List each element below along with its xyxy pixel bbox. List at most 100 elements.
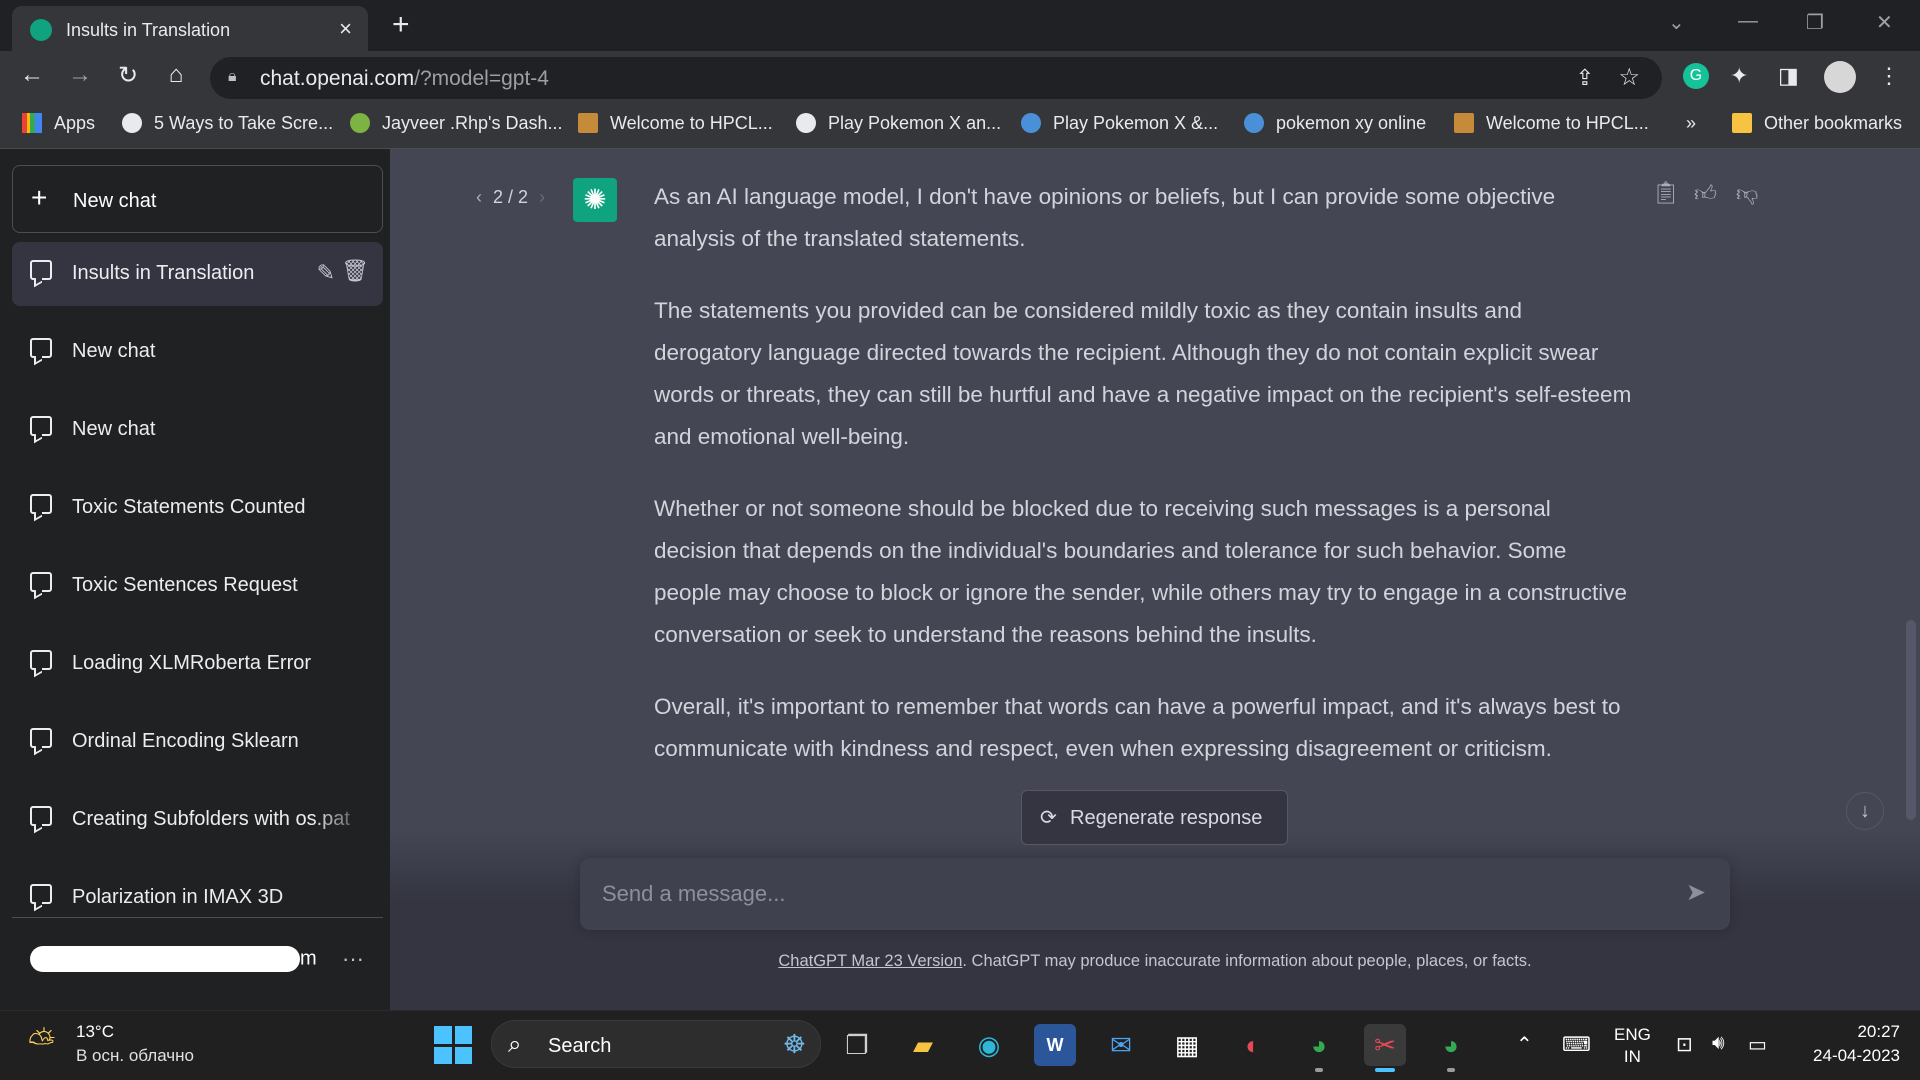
- volume-icon[interactable]: 🔊︎: [1712, 1032, 1725, 1055]
- search-label: Search: [548, 1035, 612, 1057]
- bookmark-star-icon[interactable]: ☆: [1618, 63, 1640, 92]
- restore-button[interactable]: ❐: [1806, 10, 1824, 35]
- taskbar-search[interactable]: ⌕ Search ☸: [491, 1020, 821, 1068]
- edit-pencil-icon[interactable]: ✎: [317, 260, 335, 286]
- bookmark-item[interactable]: Welcome to HPCL...: [1454, 113, 1649, 134]
- weather-cloud-sun-icon[interactable]: ⛅︎: [28, 1024, 55, 1063]
- lock-icon[interactable]: 🔒︎: [228, 68, 237, 86]
- new-chat-button[interactable]: + New chat: [12, 165, 383, 233]
- battery-icon[interactable]: ▭: [1748, 1032, 1767, 1057]
- chatgpt-logo-icon: ✺: [573, 178, 617, 222]
- network-icon[interactable]: ⊡: [1676, 1032, 1693, 1057]
- chrome-icon[interactable]: ◕: [1298, 1024, 1340, 1066]
- app-icon[interactable]: ◐: [1232, 1024, 1274, 1066]
- bookmarks-overflow-button[interactable]: »: [1686, 113, 1696, 134]
- forward-icon[interactable]: →: [64, 61, 96, 89]
- sidebar-chat-item[interactable]: Loading XLMRoberta Error: [12, 632, 383, 696]
- chat-bubble-icon: [30, 416, 52, 436]
- thumbs-down-icon[interactable]: 👎︎: [1736, 180, 1758, 207]
- scrollbar-thumb[interactable]: [1906, 620, 1916, 820]
- message-input[interactable]: [602, 878, 1642, 910]
- sidebar-chat-item[interactable]: Toxic Sentences Request: [12, 554, 383, 618]
- tab-title: Insults in Translation: [66, 20, 231, 40]
- reload-icon[interactable]: ↻: [112, 61, 144, 90]
- response-pager[interactable]: ‹ 2 / 2 ›: [476, 187, 545, 208]
- microsoft-store-icon[interactable]: ▦: [1166, 1024, 1208, 1066]
- bookmark-apps[interactable]: Apps: [22, 113, 95, 134]
- address-bar[interactable]: 🔒︎ chat.openai.com/?model=gpt-4 ⇪ ☆: [210, 57, 1662, 99]
- new-tab-button[interactable]: +: [392, 8, 410, 42]
- task-view-icon[interactable]: ❐: [836, 1024, 878, 1066]
- clock-date: 24-04-2023: [1813, 1046, 1900, 1065]
- mail-icon[interactable]: ✉: [1100, 1024, 1142, 1066]
- site-favicon-icon: [1021, 113, 1041, 133]
- regenerate-response-button[interactable]: ⟳ Regenerate response: [1021, 790, 1288, 845]
- tab-close-icon[interactable]: ×: [339, 16, 352, 42]
- account-button[interactable]: m: [30, 946, 317, 972]
- copy-clipboard-icon[interactable]: 📋︎: [1652, 180, 1680, 206]
- share-icon[interactable]: ⇪: [1576, 65, 1594, 91]
- close-window-button[interactable]: ✕: [1876, 10, 1893, 35]
- bookmark-item[interactable]: 5 Ways to Take Scre...: [122, 113, 333, 134]
- bookmark-item[interactable]: Play Pokemon X an...: [796, 113, 1001, 134]
- windows-start-icon[interactable]: [434, 1026, 472, 1064]
- sidebar-chat-item[interactable]: New chat: [12, 398, 383, 462]
- input-language[interactable]: ENG IN: [1614, 1024, 1651, 1068]
- plus-icon: +: [31, 182, 48, 213]
- bookmark-item[interactable]: Welcome to HPCL...: [578, 113, 773, 134]
- assistant-message: As an AI language model, I don't have op…: [654, 176, 1634, 800]
- tray-overflow-chevron-icon[interactable]: ⌃: [1516, 1032, 1533, 1057]
- chat-item-label: Loading XLMRoberta Error: [72, 652, 312, 674]
- message-paragraph: The statements you provided can be consi…: [654, 298, 1632, 449]
- keyboard-icon[interactable]: ⌨: [1562, 1032, 1591, 1057]
- prev-response-icon[interactable]: ‹: [476, 187, 482, 207]
- bookmark-item[interactable]: Jayveer .Rhp's Dash...: [350, 113, 563, 134]
- version-link[interactable]: ChatGPT Mar 23 Version: [778, 952, 962, 970]
- send-paper-plane-icon[interactable]: ➤: [1686, 878, 1706, 907]
- bookmark-item[interactable]: Play Pokemon X &...: [1021, 113, 1218, 134]
- chat-bubble-icon: [30, 260, 52, 280]
- search-highlight-icon: ☸: [782, 1029, 806, 1059]
- word-app-icon[interactable]: W: [1034, 1024, 1076, 1066]
- message-paragraph: As an AI language model, I don't have op…: [654, 184, 1556, 251]
- browser-tab-active[interactable]: Insults in Translation ×: [12, 6, 368, 51]
- chat-item-label: Ordinal Encoding Sklearn: [72, 730, 299, 752]
- chat-bubble-icon: [30, 338, 52, 358]
- browser-menu-icon[interactable]: ⋮: [1878, 63, 1900, 89]
- tab-search-icon[interactable]: ⌄: [1668, 10, 1685, 35]
- weather-temperature[interactable]: 13°C: [76, 1022, 114, 1042]
- back-icon[interactable]: ←: [16, 61, 48, 89]
- account-more-icon[interactable]: ···: [342, 946, 364, 972]
- message-composer[interactable]: ➤: [580, 858, 1730, 930]
- next-response-icon[interactable]: ›: [539, 187, 545, 207]
- sidebar-chat-item[interactable]: Polarization in IMAX 3D: [12, 866, 383, 930]
- file-explorer-icon[interactable]: ▰: [902, 1024, 944, 1066]
- bookmark-item[interactable]: pokemon xy online: [1244, 113, 1426, 134]
- extensions-puzzle-icon[interactable]: ✦: [1730, 63, 1748, 89]
- sidebar-chat-item-active[interactable]: Insults in Translation ✎ 🗑︎: [12, 242, 383, 306]
- chat-item-label: New chat: [72, 418, 156, 440]
- sidebar-chat-item[interactable]: Toxic Statements Counted: [12, 476, 383, 540]
- active-indicator: [1375, 1068, 1395, 1072]
- system-clock[interactable]: 20:27 24-04-2023: [1790, 1020, 1900, 1068]
- other-bookmarks-folder[interactable]: Other bookmarks: [1732, 113, 1902, 134]
- disclaimer-footer: ChatGPT Mar 23 Version. ChatGPT may prod…: [580, 952, 1730, 971]
- delete-trash-icon[interactable]: 🗑︎: [341, 258, 369, 284]
- running-indicator: [1447, 1068, 1455, 1072]
- chrome-profile-icon[interactable]: ◕: [1430, 1024, 1472, 1066]
- grammarly-extension-icon[interactable]: G: [1683, 63, 1709, 89]
- sidebar-chat-item[interactable]: New chat: [12, 320, 383, 384]
- sidebar-chat-item[interactable]: Ordinal Encoding Sklearn: [12, 710, 383, 774]
- snipping-tool-icon[interactable]: ✂: [1364, 1024, 1406, 1066]
- chat-item-label: Insults in Translation: [72, 262, 255, 284]
- edge-browser-icon[interactable]: ◉: [968, 1024, 1010, 1066]
- side-panel-icon[interactable]: ◨: [1778, 63, 1799, 89]
- sidebar-chat-item[interactable]: Creating Subfolders with os.pat: [12, 788, 383, 852]
- scroll-down-arrow-icon[interactable]: ↓: [1846, 792, 1884, 830]
- search-icon: ⌕: [508, 1031, 522, 1058]
- home-icon[interactable]: ⌂: [160, 61, 192, 89]
- profile-avatar[interactable]: [1824, 61, 1856, 93]
- weather-description[interactable]: В осн. облачно: [76, 1046, 194, 1066]
- minimize-button[interactable]: —: [1738, 10, 1758, 33]
- thumbs-up-icon[interactable]: 👍︎: [1694, 180, 1717, 207]
